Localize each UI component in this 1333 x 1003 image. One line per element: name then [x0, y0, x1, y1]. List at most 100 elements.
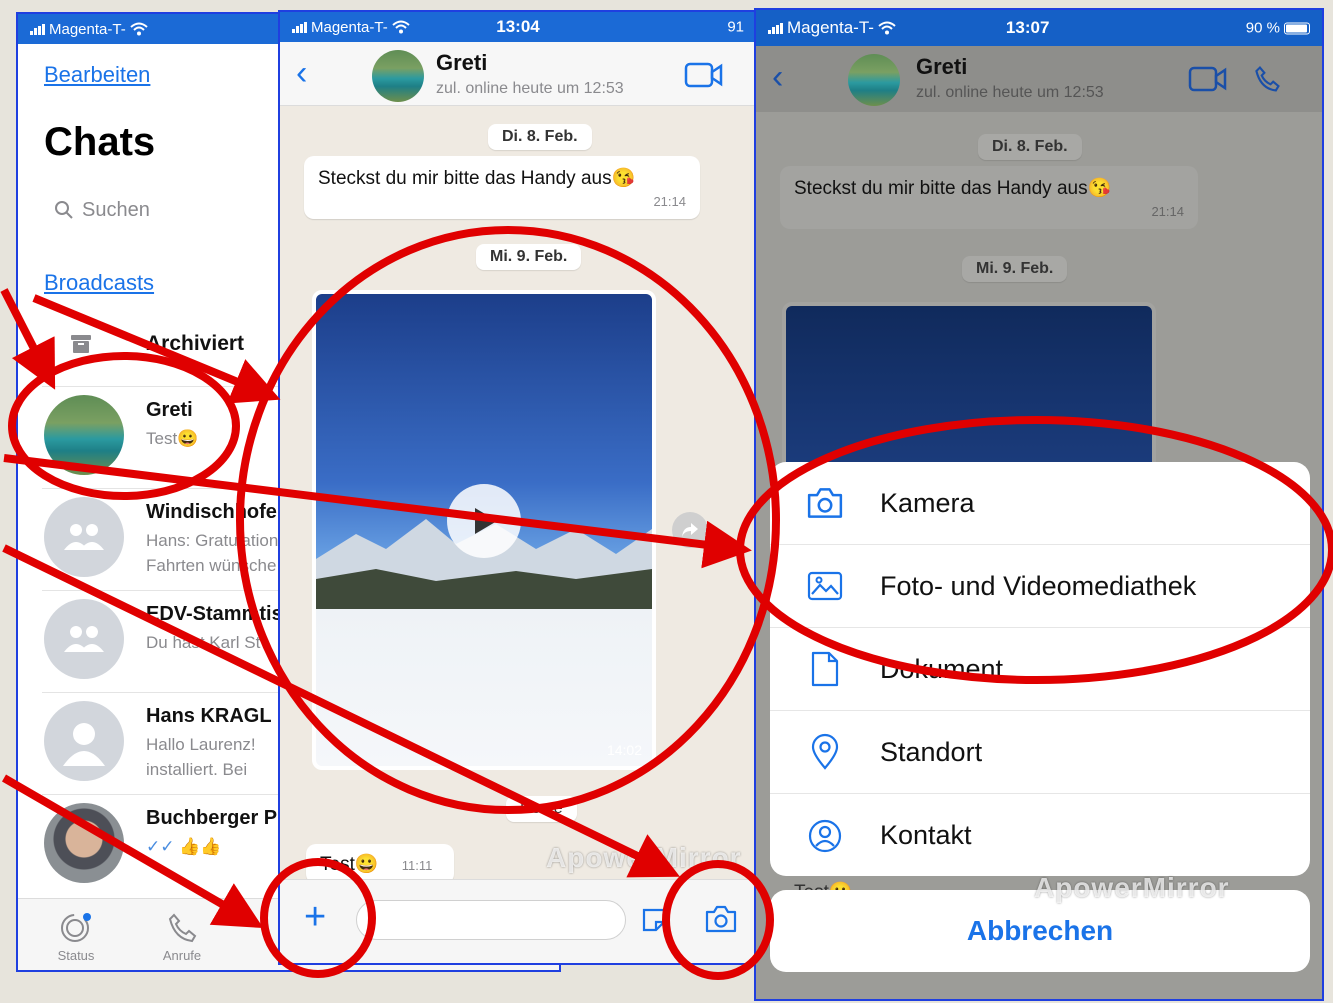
group-avatar-icon: [44, 599, 124, 679]
forward-icon: [682, 523, 698, 537]
video-call-icon[interactable]: [684, 62, 724, 88]
message-input[interactable]: [356, 900, 626, 940]
tab-status[interactable]: Status: [36, 911, 116, 963]
back-icon[interactable]: ‹: [772, 60, 783, 94]
search-placeholder: Suchen: [82, 198, 150, 221]
date-separator: Di. 8. Feb.: [488, 124, 592, 150]
chat-header: ‹ Greti zul. online heute um 12:53: [280, 42, 756, 106]
sheet-item-label: Kontakt: [880, 820, 972, 850]
page-title: Chats: [44, 120, 156, 164]
sheet-item-document[interactable]: Dokument: [770, 628, 1310, 711]
signal-icon: [30, 23, 45, 35]
contact-name[interactable]: Greti: [916, 54, 967, 80]
contact-icon: [808, 819, 842, 852]
group-avatar-icon: [44, 497, 124, 577]
sheet-item-camera[interactable]: Kamera: [770, 462, 1310, 545]
chat-header: ‹ Greti zul. online heute um 12:53: [756, 46, 1322, 112]
battery-icon: [1284, 22, 1310, 34]
sheet-item-label: Foto- und Videomediathek: [880, 570, 1197, 601]
wifi-icon: [878, 21, 896, 35]
attachment-action-sheet: Kamera Foto- und Videomediathek Dokument…: [770, 462, 1310, 876]
date-separator: Heute: [506, 796, 577, 822]
carrier-label: Magenta-T-: [311, 18, 388, 36]
watermark: ApowerMirror: [1034, 872, 1230, 903]
video-message[interactable]: 14:02: [312, 290, 656, 770]
sheet-item-photo-library[interactable]: Foto- und Videomediathek: [770, 545, 1310, 628]
document-icon: [811, 651, 839, 687]
last-seen: zul. online heute um 12:53: [436, 80, 624, 97]
message-time: 11:11: [401, 858, 433, 873]
camera-icon[interactable]: [704, 904, 738, 934]
play-icon: [475, 507, 497, 534]
attachment-sheet-screen: Magenta-T- 13:07 90 % ‹ Greti zul. onlin…: [754, 8, 1324, 1001]
contact-name[interactable]: Greti: [436, 50, 487, 76]
tab-status-label: Status: [57, 948, 95, 963]
clock: 13:07: [1005, 18, 1050, 37]
archived-row[interactable]: Archiviert: [70, 332, 244, 356]
sheet-item-label: Dokument: [880, 653, 1004, 684]
message-text: Steckst du mir bitte das Handy aus😘: [794, 178, 1112, 199]
message-bubble[interactable]: Steckst du mir bitte das Handy aus😘 21:1…: [304, 156, 700, 219]
chat-name: Buchberger P: [146, 807, 278, 829]
message-time: 21:14: [653, 194, 686, 209]
message-text: Test😀: [320, 854, 379, 875]
message-bubble[interactable]: Steckst du mir bitte das Handy aus😘 21:1…: [780, 166, 1198, 229]
person-avatar-icon: [44, 701, 124, 781]
chat-name: Greti: [146, 399, 193, 421]
edit-link[interactable]: Bearbeiten: [44, 62, 150, 88]
play-button[interactable]: [447, 483, 521, 558]
status-icon: [61, 913, 91, 942]
attach-plus-button[interactable]: +: [304, 898, 326, 936]
status-bar: Magenta-T- 13:04 91: [280, 12, 756, 42]
phone-icon[interactable]: [1252, 64, 1282, 94]
search-input[interactable]: Suchen: [44, 192, 284, 228]
wifi-icon: [130, 22, 148, 36]
status-bar: Magenta-T- 13:07 90 %: [756, 10, 1322, 46]
message-time: 21:14: [1151, 204, 1184, 219]
battery-status: 90 %: [1246, 20, 1310, 37]
message-text: Steckst du mir bitte das Handy aus😘: [318, 168, 636, 189]
signal-icon: [292, 21, 307, 33]
search-icon: [55, 201, 73, 219]
avatar: [44, 803, 124, 883]
video-duration: 14:02: [606, 742, 642, 758]
message-bubble[interactable]: Test😀 11:11: [306, 844, 454, 884]
photo-library-icon: [807, 571, 843, 601]
sheet-item-location[interactable]: Standort: [770, 711, 1310, 794]
chat-name: Windischhofer: [146, 501, 285, 523]
chat-screen: Magenta-T- 13:04 91 ‹ Greti zul. online …: [278, 10, 758, 965]
sheet-item-contact[interactable]: Kontakt: [770, 794, 1310, 877]
clock: 13:04: [496, 17, 540, 36]
avatar: [44, 395, 124, 475]
video-call-icon[interactable]: [1188, 66, 1228, 92]
camera-icon: [807, 488, 843, 518]
chat-name: Hans KRAGL: [146, 705, 272, 727]
avatar[interactable]: [848, 54, 900, 106]
battery-level: 91: [727, 18, 744, 36]
last-seen: zul. online heute um 12:53: [916, 84, 1104, 101]
sheet-item-label: Standort: [880, 736, 983, 767]
sheet-item-label: Kamera: [880, 487, 975, 518]
date-separator: Di. 8. Feb.: [978, 134, 1082, 160]
message-input-bar: +: [280, 879, 756, 963]
carrier-label: Magenta-T-: [49, 20, 126, 38]
battery-status: 91: [727, 19, 744, 36]
signal-icon: [768, 22, 783, 34]
archived-label: Archiviert: [146, 332, 245, 355]
forward-button[interactable]: [672, 512, 708, 548]
location-icon: [811, 733, 839, 770]
carrier-label: Magenta-T-: [787, 18, 874, 37]
sticker-icon[interactable]: [640, 906, 668, 934]
date-separator: Mi. 9. Feb.: [962, 256, 1068, 282]
phone-icon: [168, 913, 197, 943]
avatar[interactable]: [372, 50, 424, 102]
tab-calls[interactable]: Anrufe: [142, 911, 222, 963]
battery-level: 90 %: [1245, 19, 1280, 37]
back-icon[interactable]: ‹: [296, 56, 307, 90]
wifi-icon: [392, 20, 410, 34]
broadcasts-link[interactable]: Broadcasts: [44, 270, 154, 296]
archive-icon: [71, 335, 91, 353]
watermark: ApowerMirror: [546, 842, 742, 873]
tab-calls-label: Anrufe: [162, 948, 202, 963]
date-separator: Mi. 9. Feb.: [476, 244, 582, 270]
